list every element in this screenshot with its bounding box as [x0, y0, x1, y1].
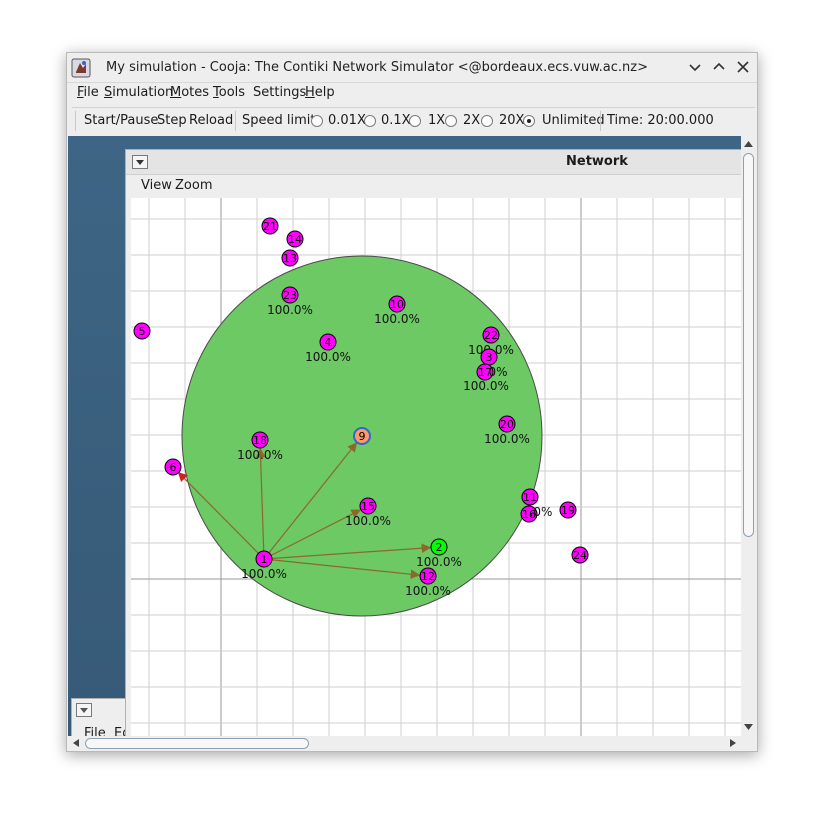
speed-label-20x[interactable]: 20X [499, 113, 524, 128]
close-icon[interactable] [735, 59, 751, 75]
speed-label-0-01x[interactable]: 0.01X [328, 113, 366, 128]
title-bar[interactable]: My simulation - Cooja: The Contiki Netwo… [67, 53, 757, 83]
speed-limit-label: Speed limit: [242, 113, 320, 128]
mote-stat-label: 100.0% [374, 312, 420, 326]
mote-id-label: 1 [261, 553, 268, 566]
mote-id-label: 18 [253, 434, 267, 447]
mote-stat-label: 100.0% [463, 379, 509, 393]
scroll-up-icon[interactable] [741, 137, 756, 151]
scroll-down-icon[interactable] [741, 720, 756, 734]
speed-radio-2x[interactable] [445, 115, 457, 127]
scroll-right-icon[interactable] [726, 736, 740, 750]
mote-id-label: 4 [325, 336, 332, 349]
network-canvas[interactable]: 21141323100.0%10100.0%54100.0%22100.0%31… [131, 198, 742, 738]
mote-id-label: 12 [421, 570, 435, 583]
speed-radio-0-01x[interactable] [311, 115, 323, 127]
mote-stat-label: 100.0% [345, 514, 391, 528]
speed-radio-20x[interactable] [481, 115, 493, 127]
menu-simulation[interactable]: Simulation [104, 85, 173, 100]
menu-bar: File Simulation Motes Tools Settings Hel… [67, 82, 757, 106]
frame-menu-button[interactable] [132, 155, 148, 169]
mote-id-label: 24 [573, 549, 587, 562]
horizontal-scrollbar[interactable] [68, 736, 741, 750]
menu-zoom[interactable]: Zoom [175, 178, 212, 193]
speed-radio-0-1x[interactable] [364, 115, 376, 127]
speed-label-unlimited[interactable]: Unlimited [542, 113, 605, 128]
background-internal-window[interactable]: File Ed [71, 698, 127, 740]
scrollbar-corner [741, 736, 756, 750]
mote-stat-label: 100.0% [267, 303, 313, 317]
mote-stat-label: 100.0% [237, 448, 283, 462]
mote-stat-label: 100.0% [241, 567, 287, 581]
vertical-scrollbar[interactable] [741, 136, 756, 736]
mote-id-label: 9 [359, 430, 366, 443]
scroll-left-icon[interactable] [69, 736, 83, 750]
simulation-toolbar: Start/Pause Step Reload Speed limit: 0.0… [72, 107, 755, 137]
speed-label-0-1x[interactable]: 0.1X [381, 113, 411, 128]
mote-id-label: 5 [139, 325, 146, 338]
mote-stat-label: .0% [530, 505, 553, 519]
mote-id-label: 19 [561, 504, 575, 517]
simulation-time: Time: 20:00.000 [607, 113, 714, 128]
mote-id-label: 11 [523, 491, 537, 504]
speed-label-1x[interactable]: 1X [428, 113, 445, 128]
minimize-chevron-down-icon[interactable] [687, 59, 703, 75]
toolbar-separator [235, 111, 236, 131]
speed-label-2x[interactable]: 2X [463, 113, 480, 128]
mote-id-label: 10 [390, 298, 404, 311]
speed-radio-1x[interactable] [409, 115, 421, 127]
horizontal-scroll-thumb[interactable] [85, 738, 309, 749]
network-menu-bar: View Zoom [126, 175, 742, 197]
menu-file[interactable]: File [77, 85, 99, 100]
speed-radio-unlimited[interactable] [523, 115, 535, 127]
triangle-down-icon [136, 160, 144, 165]
maximize-chevron-up-icon[interactable] [711, 59, 727, 75]
mote-id-label: 14 [288, 233, 302, 246]
triangle-down-icon [80, 708, 88, 713]
network-window-title: Network [566, 154, 628, 169]
network-window: Network View Zoom 21 14 13 23 100.0% 10 100.0%… [125, 149, 742, 738]
mote-stat-label: 0% [488, 365, 507, 379]
cooja-app-icon [71, 58, 91, 78]
mote-id-label: 13 [283, 252, 297, 265]
step-button[interactable]: Step [157, 113, 187, 128]
mote-id-label: 3 [486, 351, 493, 364]
window-title: My simulation - Cooja: The Contiki Netwo… [106, 60, 648, 75]
mote-stat-label: 100.0% [305, 350, 351, 364]
mote-id-label: 6 [170, 461, 177, 474]
mote-stat-label: 100.0% [484, 432, 530, 446]
start-pause-button[interactable]: Start/Pause [84, 113, 158, 128]
network-window-titlebar[interactable]: Network [126, 150, 742, 175]
cooja-main-window: My simulation - Cooja: The Contiki Netwo… [66, 52, 758, 752]
menu-help[interactable]: Help [305, 85, 335, 100]
toolbar-separator [600, 111, 601, 131]
menu-tools[interactable]: Tools [213, 85, 245, 100]
mote-id-label: 22 [484, 329, 498, 342]
mote-id-label: 21 [263, 220, 277, 233]
menu-settings[interactable]: Settings [253, 85, 306, 100]
mote-id-label: 2 [436, 541, 443, 554]
mote-id-label: 15 [361, 500, 375, 513]
reload-button[interactable]: Reload [189, 113, 233, 128]
vertical-scroll-thumb[interactable] [743, 153, 754, 537]
menu-view[interactable]: View [141, 178, 172, 193]
toolbar-grip [75, 111, 76, 131]
frame-menu-button[interactable] [76, 703, 92, 717]
mote-id-label: 23 [283, 289, 297, 302]
mote-stat-label: 100.0% [405, 584, 451, 598]
network-visualization[interactable]: 21141323100.0%10100.0%54100.0%22100.0%31… [131, 198, 742, 738]
menu-motes[interactable]: Motes [170, 85, 209, 100]
mote-stat-label: 100.0% [416, 555, 462, 569]
mote-id-label: 20 [500, 418, 514, 431]
